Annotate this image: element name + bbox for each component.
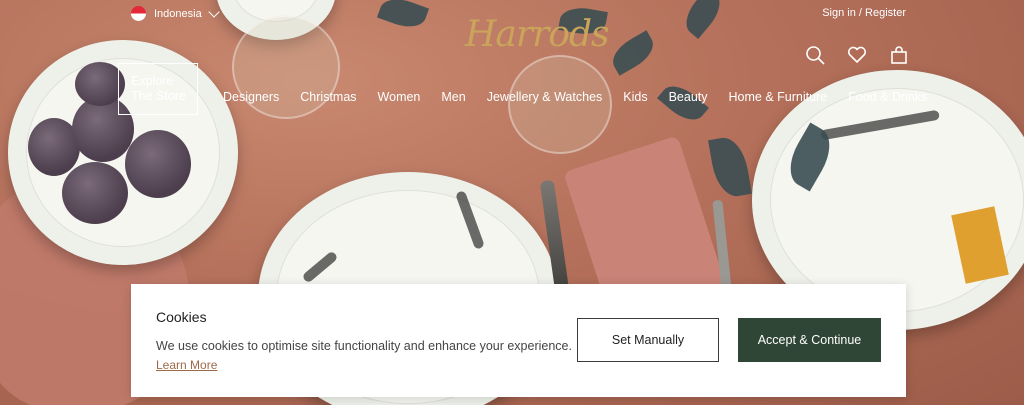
set-manually-button[interactable]: Set Manually (577, 318, 719, 362)
explore-line-2: The Store (131, 89, 186, 103)
nav-item-women[interactable]: Women (378, 90, 421, 104)
accept-continue-button[interactable]: Accept & Continue (738, 318, 881, 362)
nav-item-christmas[interactable]: Christmas (300, 90, 356, 104)
explore-line-1: Explore (131, 74, 174, 88)
country-selector[interactable]: Indonesia (131, 5, 220, 21)
shopping-bag-icon[interactable] (888, 44, 910, 66)
chevron-down-icon (208, 5, 220, 18)
nav-item-men[interactable]: Men (441, 90, 465, 104)
search-icon[interactable] (804, 44, 826, 66)
sign-in-link[interactable]: Sign in (822, 7, 856, 19)
country-label: Indonesia (154, 7, 202, 20)
nav-item-food-drinks[interactable]: Food & Drinks (848, 90, 927, 104)
header-icons (804, 44, 910, 66)
learn-more-link[interactable]: Learn More (156, 358, 217, 372)
account-separator: / (858, 7, 862, 19)
hero-banner: Indonesia Sign in / Register Harrods Exp… (0, 0, 1024, 405)
explore-the-store-button[interactable]: Explore The Store (118, 63, 198, 115)
fig-decoration (62, 162, 128, 224)
indonesia-flag-icon (131, 6, 146, 21)
cookie-title: Cookies (156, 309, 207, 325)
harrods-logo[interactable]: Harrods (465, 14, 609, 55)
main-navigation: Designers Christmas Women Men Jewellery … (223, 90, 948, 104)
cookie-description: We use cookies to optimise site function… (156, 339, 572, 353)
account-links: Sign in / Register (822, 7, 906, 19)
nav-item-jewellery-watches[interactable]: Jewellery & Watches (487, 90, 603, 104)
leaf-decoration (708, 134, 752, 200)
nav-item-beauty[interactable]: Beauty (669, 90, 708, 104)
nav-item-kids[interactable]: Kids (623, 90, 647, 104)
heart-icon[interactable] (846, 44, 868, 66)
glass-decoration (508, 55, 612, 154)
nav-item-home-furniture[interactable]: Home & Furniture (729, 90, 828, 104)
register-link[interactable]: Register (865, 7, 906, 19)
nav-item-designers[interactable]: Designers (223, 90, 279, 104)
fig-decoration (125, 130, 191, 198)
cookie-banner: Cookies We use cookies to optimise site … (131, 284, 906, 397)
leaf-decoration (606, 30, 660, 76)
